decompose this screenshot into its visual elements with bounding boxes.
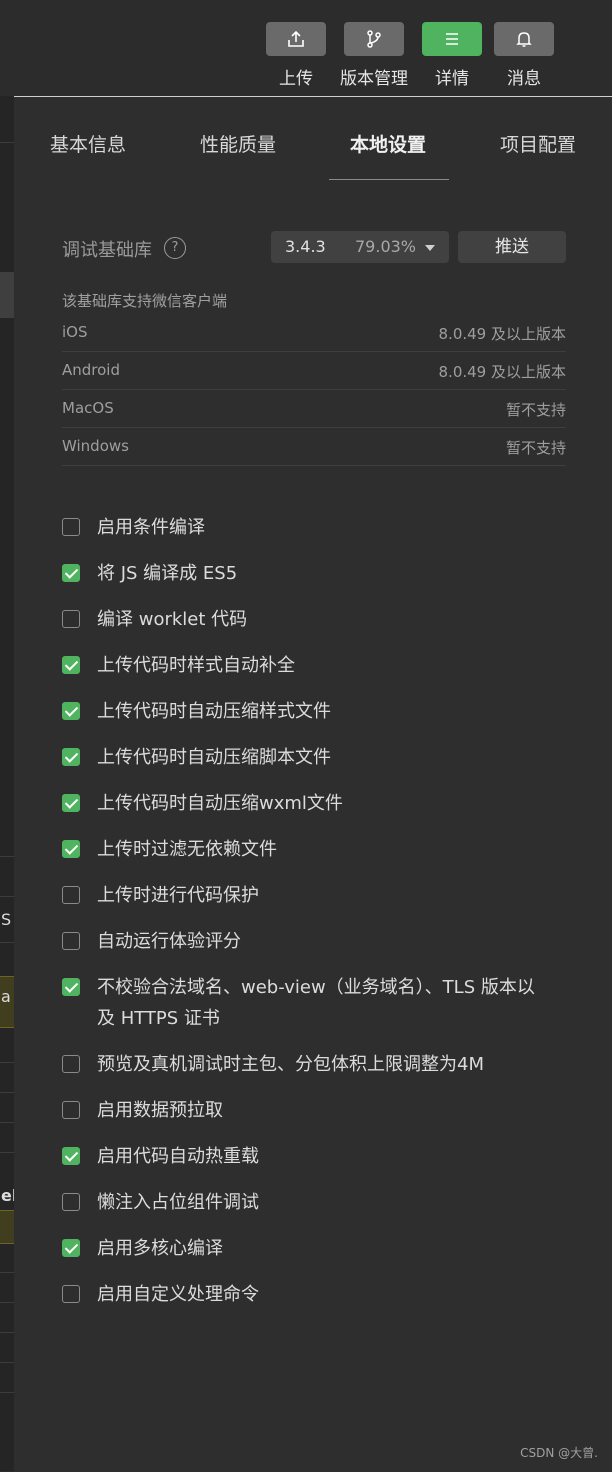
checkbox[interactable] [62,656,80,674]
support-version: 暂不支持 [505,401,566,419]
branch-icon [344,22,404,56]
checkbox[interactable] [62,564,80,582]
checkbox[interactable] [62,978,80,996]
option-label: 预览及真机调试时主包、分包体积上限调整为4M [97,1054,484,1075]
checkbox[interactable] [62,794,80,812]
support-title: 该基础库支持微信客户端 [62,292,228,310]
checkbox[interactable] [62,748,80,766]
support-os: Android [62,361,120,379]
option-label: 启用数据预拉取 [97,1100,223,1121]
option-label: 编译 worklet 代码 [97,609,248,630]
strip-divider [0,942,14,943]
support-os: iOS [62,323,88,341]
strip-divider [0,896,14,897]
upload-button[interactable]: 上传 [266,22,326,89]
option-label: 自动运行体验评分 [97,931,241,952]
details-button[interactable]: 详情 [422,22,482,89]
strip-char: S [1,910,12,929]
strip-divider [0,1122,14,1123]
messages-label: 消息 [507,69,541,89]
upload-icon [266,22,326,56]
strip-divider [0,1392,14,1393]
checkbox[interactable] [62,1101,80,1119]
push-button[interactable]: 推送 [458,231,566,263]
checkbox[interactable] [62,518,80,536]
strip-divider [0,1062,14,1063]
version-percent: 79.03% [355,237,417,256]
strip-highlight-row [0,1210,14,1244]
option-label: 懒注入占位组件调试 [97,1192,259,1213]
support-version: 暂不支持 [505,439,566,457]
strip-divider [0,1332,14,1333]
strip-divider [0,1302,14,1303]
option-label: 上传时过滤无依赖文件 [97,839,277,860]
checkbox[interactable] [62,1193,80,1211]
strip-divider [0,142,14,143]
checkbox[interactable] [62,1055,80,1073]
background-editor-strip: S a el [0,96,17,1471]
option-label: 上传代码时样式自动补全 [97,655,295,676]
strip-divider [0,1152,14,1153]
strip-highlight [0,272,14,318]
tab-project-config[interactable]: 项目配置 [500,130,576,157]
support-os: Windows [62,437,129,455]
strip-char: a [1,987,11,1006]
version-management-button[interactable]: 版本管理 [340,22,408,89]
tab-local-settings[interactable]: 本地设置 [350,130,426,157]
strip-divider [0,1362,14,1363]
tab-basic-info[interactable]: 基本信息 [50,130,126,157]
bell-icon [494,22,554,56]
checkbox[interactable] [62,702,80,720]
strip-divider [0,1092,14,1093]
details-panel: 基本信息 性能质量 本地设置 项目配置 调试基础库 ? 3.4.3 79.03%… [14,96,612,1472]
option-label: 不校验合法域名、web-view（业务域名）、TLS 版本以及 HTTPS 证书 [97,977,535,1029]
option-label: 将 JS 编译成 ES5 [97,563,238,584]
option-label: 启用代码自动热重载 [97,1146,259,1167]
menu-icon [422,22,482,56]
help-icon[interactable]: ? [164,237,186,259]
option-label: 上传时进行代码保护 [97,885,259,906]
strip-divider [0,856,14,857]
checkbox[interactable] [62,932,80,950]
active-tab-underline [329,179,449,180]
support-version: 8.0.49 及以上版本 [438,363,566,381]
option-label: 启用条件编译 [97,517,205,538]
support-os: MacOS [62,399,114,417]
top-toolbar: 上传 版本管理 详情 消息 [0,0,612,96]
option-label: 上传代码时自动压缩脚本文件 [97,747,331,768]
version-value: 3.4.3 [285,237,326,256]
option-label: 启用自定义处理命令 [97,1284,259,1305]
option-label: 启用多核心编译 [97,1238,223,1259]
checkbox[interactable] [62,610,80,628]
checkbox[interactable] [62,840,80,858]
option-label: 上传代码时自动压缩wxml文件 [97,793,343,814]
checkbox[interactable] [62,1285,80,1303]
details-label: 详情 [435,69,469,89]
version-management-label: 版本管理 [340,69,408,89]
strip-divider [0,1272,14,1273]
support-row: iOS 8.0.49 及以上版本 [62,313,566,352]
watermark: CSDN @大曾. [520,1446,598,1460]
messages-button[interactable]: 消息 [494,22,554,89]
details-tabs: 基本信息 性能质量 本地设置 项目配置 [14,97,612,181]
tab-performance-quality[interactable]: 性能质量 [200,130,276,157]
debug-lib-label: 调试基础库 [62,240,152,261]
option-label: 上传代码时自动压缩样式文件 [97,701,331,722]
checkbox[interactable] [62,1239,80,1257]
debug-lib-version-select[interactable]: 3.4.3 79.03% [271,231,449,263]
support-row: MacOS 暂不支持 [62,389,566,428]
checkbox[interactable] [62,886,80,904]
support-version: 8.0.49 及以上版本 [438,325,566,343]
support-row: Android 8.0.49 及以上版本 [62,351,566,390]
caret-down-icon [425,245,435,251]
upload-label: 上传 [279,69,313,89]
support-row: Windows 暂不支持 [62,427,566,466]
checkbox[interactable] [62,1147,80,1165]
